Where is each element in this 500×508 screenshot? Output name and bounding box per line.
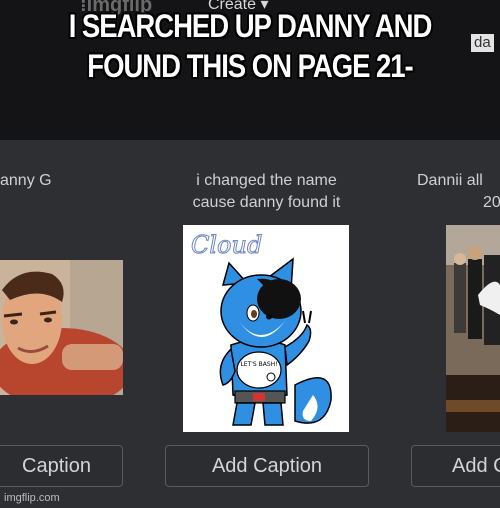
card-title-3-line2: 20 (483, 194, 500, 211)
card-title-2[interactable]: i changed the name cause danny found it (165, 170, 368, 214)
face-photo (0, 260, 123, 395)
shirt-text: LET'S BASH! (240, 361, 277, 368)
card-title-2-line2: cause danny found it (192, 194, 341, 211)
card-image-2[interactable]: Cloud LET'S BASH! (183, 225, 349, 432)
crowd-photo (446, 225, 500, 432)
user-menu-button[interactable]: da (471, 34, 494, 52)
meme-caption: I SEARCHED UP DANNY AND FOUND THIS ON PA… (68, 8, 433, 84)
card-title-1[interactable]: anny G (0, 170, 52, 192)
drawing-signature: Cloud (191, 231, 262, 259)
card-title-3-line1: Dannii all (417, 172, 483, 189)
add-caption-button-1[interactable]: Caption (0, 445, 123, 487)
add-caption-button-3[interactable]: Add C (411, 445, 500, 487)
add-caption-button-2[interactable]: Add Caption (165, 445, 369, 487)
imgflip-watermark: imgflip.com (4, 492, 60, 504)
character-drawing: Cloud LET'S BASH! (191, 231, 332, 426)
card-image-3[interactable] (446, 225, 500, 432)
card-title-2-line1: i changed the name (196, 172, 337, 189)
card-image-1[interactable] (0, 260, 123, 395)
card-title-3[interactable]: Dannii all 20 (417, 170, 500, 214)
